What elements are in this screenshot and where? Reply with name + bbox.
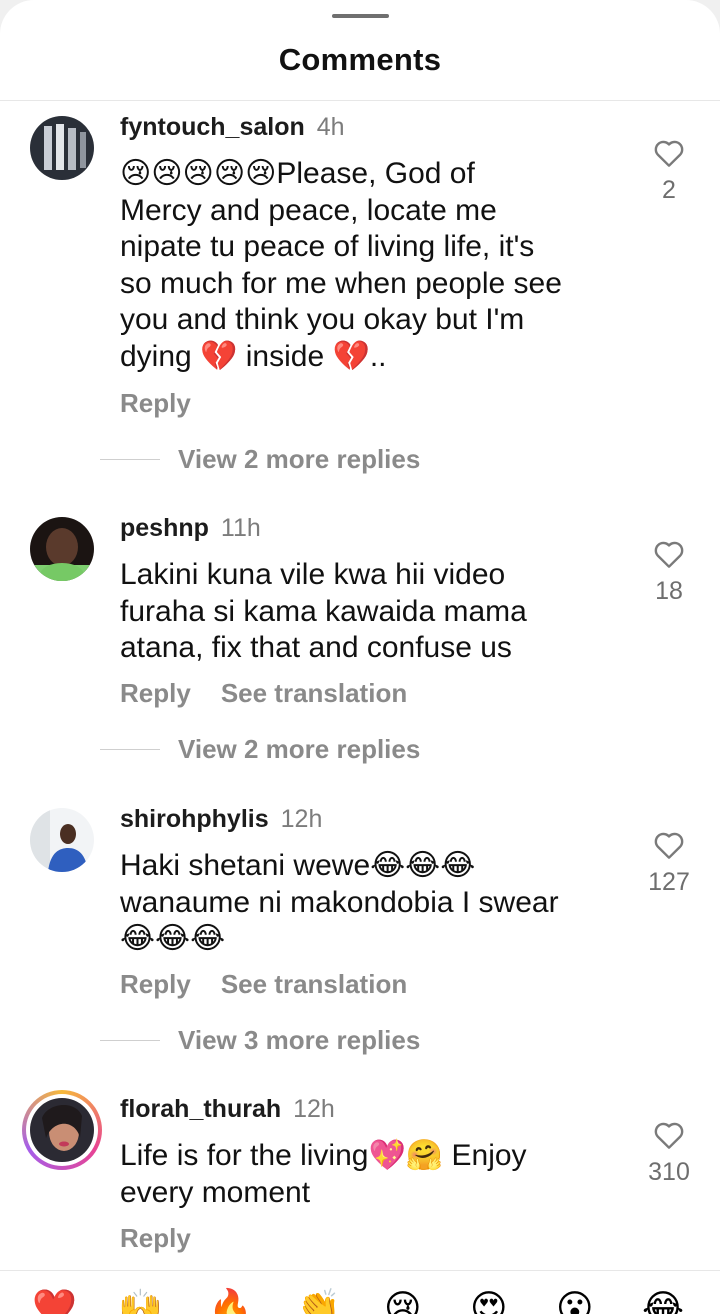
comment-username[interactable]: fyntouch_salon — [120, 113, 305, 141]
view-replies-label: View 2 more replies — [178, 734, 421, 764]
comment-text-line: every moment — [120, 1175, 311, 1209]
comment-time: 12h — [280, 805, 323, 833]
like-count: 2 — [662, 176, 676, 204]
comment-time: 12h — [293, 1095, 335, 1123]
sheet-grabber-handle[interactable] — [332, 14, 389, 18]
comment-time: 4h — [316, 113, 345, 141]
avatar-image — [30, 1098, 94, 1162]
reply-button[interactable]: Reply — [120, 969, 191, 999]
like-button[interactable]: 127 — [640, 830, 698, 897]
replies-divider-line — [100, 749, 160, 750]
avatar[interactable] — [30, 517, 94, 581]
view-replies-button[interactable]: View 2 more replies — [0, 444, 720, 474]
comment-actions: Reply — [120, 388, 191, 419]
comment-username[interactable]: florah_thurah — [120, 1095, 281, 1123]
reply-button[interactable]: Reply — [120, 388, 191, 418]
reaction-raised-hands[interactable]: 🙌 — [118, 1289, 163, 1314]
comment-username[interactable]: shirohphylis — [120, 805, 269, 833]
heart-outline-icon — [654, 1122, 684, 1149]
reaction-cry[interactable]: 😢 — [384, 1289, 422, 1314]
comment-text-line: Lakini kuna vile kwa hii video — [120, 558, 506, 591]
reply-button[interactable]: Reply — [120, 678, 191, 708]
comment-text-line: wanaume ni makondobia I swear — [120, 885, 559, 919]
comment-meta: shirohphylis 12h — [120, 804, 322, 834]
comment-actions: Reply See translation — [120, 678, 407, 709]
heart-outline-icon — [654, 541, 684, 568]
comment-meta: fyntouch_salon 4h — [120, 112, 345, 142]
comment-text: Haki shetani wewe😂😂😂 wanaume ni makondob… — [120, 848, 620, 958]
comment-time: 11h — [220, 514, 261, 542]
comment-text: 😢😢😢😢😢Please, God of Mercy and peace, loc… — [120, 156, 620, 375]
reaction-laugh[interactable]: 😂 — [642, 1289, 684, 1314]
comment-meta: florah_thurah 12h — [120, 1094, 335, 1124]
replies-divider-line — [100, 459, 160, 460]
view-replies-button[interactable]: View 2 more replies — [0, 734, 720, 764]
comments-sheet: Comments fyntouch_salon 4h 😢😢😢😢😢Please, G… — [0, 0, 720, 1314]
view-replies-label: View 3 more replies — [178, 1025, 421, 1055]
header-divider — [0, 100, 720, 101]
view-replies-button[interactable]: View 3 more replies — [0, 1025, 720, 1055]
comment-text-line: you and think you okay but I'm — [120, 303, 525, 336]
reaction-wow[interactable]: 😮 — [556, 1289, 594, 1314]
reaction-fire[interactable]: 🔥 — [208, 1289, 253, 1314]
comment-text-line: Haki shetani wewe😂😂😂 — [120, 849, 476, 882]
comment-text-line: Mercy and peace, locate me — [120, 193, 497, 227]
like-count: 18 — [655, 577, 683, 605]
comment-actions: Reply See translation — [120, 969, 407, 1000]
like-button[interactable]: 310 — [640, 1120, 698, 1187]
view-replies-label: View 2 more replies — [178, 444, 421, 474]
reaction-clap[interactable]: 👏 — [296, 1289, 341, 1314]
comment-text-line: Life is for the living💖🤗 Enjoy — [120, 1139, 527, 1172]
reply-button[interactable]: Reply — [120, 1223, 191, 1253]
comment-text-line: nipate tu peace of living life, it's — [120, 230, 535, 263]
see-translation-button[interactable]: See translation — [221, 969, 407, 999]
quick-reaction-bar: ❤️ 🙌 🔥 👏 😢 😍 😮 😂 — [0, 1270, 720, 1314]
comment-text-line: 😂😂😂 — [120, 922, 226, 955]
heart-outline-icon — [654, 832, 684, 859]
comment-actions: Reply — [120, 1223, 191, 1254]
avatar-with-story-ring[interactable] — [22, 1090, 102, 1170]
comment-text-line: so much for me when people see — [120, 266, 562, 300]
comment-text-line: atana, fix that and confuse us — [120, 631, 512, 664]
like-button[interactable]: 18 — [640, 539, 698, 606]
replies-divider-line — [100, 1040, 160, 1041]
comment-username[interactable]: peshnp — [120, 514, 209, 542]
comment-text: Lakini kuna vile kwa hii video furaha si… — [120, 557, 620, 667]
see-translation-button[interactable]: See translation — [221, 678, 407, 708]
comment-text-line: 😢😢😢😢😢Please, God of — [120, 157, 475, 190]
comment-text: Life is for the living💖🤗 Enjoy every mom… — [120, 1138, 620, 1211]
like-button[interactable]: 2 — [640, 138, 698, 205]
comment-text-line: furaha si kama kawaida mama — [120, 594, 527, 628]
avatar[interactable] — [30, 116, 94, 180]
reaction-heart[interactable]: ❤️ — [32, 1289, 77, 1314]
comment-text-line: dying 💔 inside 💔.. — [120, 339, 387, 373]
like-count: 310 — [648, 1158, 690, 1186]
like-count: 127 — [648, 868, 690, 896]
avatar[interactable] — [30, 808, 94, 872]
heart-outline-icon — [654, 140, 684, 167]
comment-meta: peshnp 11h — [120, 513, 261, 543]
sheet-title: Comments — [278, 42, 442, 77]
reaction-heart-eyes[interactable]: 😍 — [470, 1289, 508, 1314]
